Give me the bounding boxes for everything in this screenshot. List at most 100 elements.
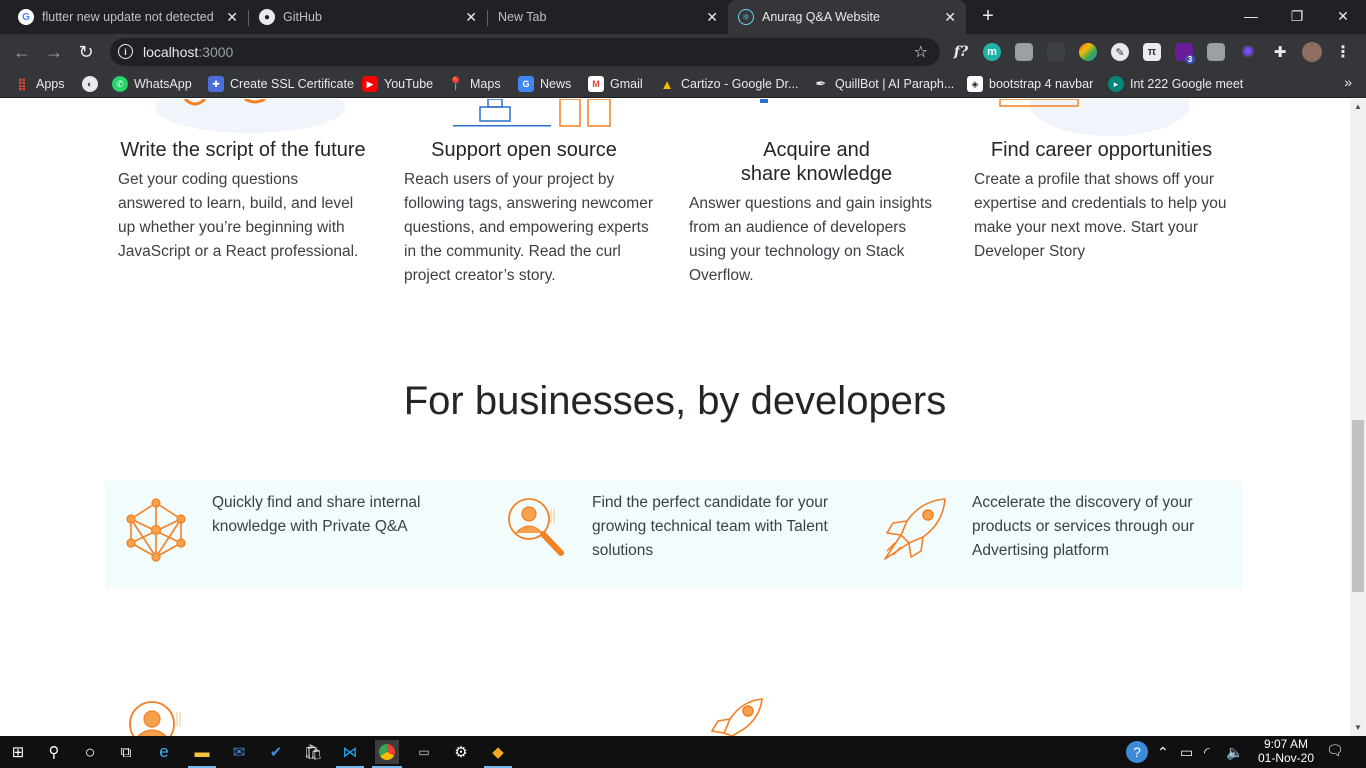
reload-icon[interactable]: ↻	[74, 40, 98, 64]
clock-date: 01-Nov-20	[1257, 751, 1314, 765]
close-icon[interactable]: ✕	[465, 9, 477, 26]
search-icon[interactable]: ⚲	[42, 740, 66, 764]
extension-compass-icon[interactable]: ✎	[1111, 43, 1129, 61]
new-tab-button[interactable]: +	[976, 5, 1000, 28]
profile-avatar[interactable]	[1302, 42, 1322, 62]
bookmark-star-icon[interactable]: ☆	[914, 42, 928, 62]
bookmark-cartizo[interactable]: ▲ Cartizo - Google Dr...	[659, 75, 799, 93]
feature-write-script: Write the script of the future Get your …	[118, 99, 368, 264]
tab-title: Anurag Q&A Website	[762, 10, 880, 24]
business-item-text: Find the perfect candidate for your grow…	[592, 494, 829, 559]
formula-extension-icon[interactable]: f?	[952, 43, 970, 61]
rocket-icon-partial	[710, 698, 763, 736]
bookmark-youtube[interactable]: ▶ YouTube	[362, 75, 433, 93]
business-item-text: Accelerate the discovery of your product…	[972, 494, 1195, 559]
extension-m-icon[interactable]: m	[983, 43, 1001, 61]
system-clock[interactable]: 9:07 AM 01-Nov-20	[1258, 737, 1314, 765]
notifications-icon[interactable]: 🗨	[1326, 742, 1344, 759]
color-picker-icon[interactable]	[1079, 43, 1097, 61]
page-viewport: Write the script of the future Get your …	[0, 99, 1350, 736]
bookmark-ssl[interactable]: ✚ Create SSL Certificate	[208, 75, 354, 93]
feature-acquire-knowledge: Acquire and share knowledge Answer quest…	[689, 99, 944, 288]
bookmarks-overflow-icon[interactable]: »	[1344, 74, 1352, 90]
bookmark-globe[interactable]: ◐	[82, 75, 104, 93]
browser-toolbar: ← → ↻ i localhost:3000 ☆ f? m ✎ π 3 ✺ ✚ …	[0, 34, 1366, 70]
github-icon: ●	[259, 9, 275, 25]
bookmarks-bar: ⣿ Apps ◐ ✆ WhatsApp ✚ Create SSL Certificat…	[0, 70, 1366, 98]
news-icon: G	[518, 76, 534, 92]
extension-pi-icon[interactable]: π	[1143, 43, 1161, 61]
windows-start-icon[interactable]: ⊞	[6, 740, 30, 764]
close-icon[interactable]: ✕	[226, 9, 238, 26]
wifi-icon[interactable]: ◜	[1204, 744, 1209, 761]
minimize-icon[interactable]: —	[1228, 0, 1274, 32]
feature-career: Find career opportunities Create a profi…	[974, 99, 1229, 264]
rocket-icon	[884, 498, 946, 560]
close-icon[interactable]: ✕	[944, 9, 956, 26]
menu-kebab-icon[interactable]: ⋮	[1334, 43, 1352, 61]
windows-taskbar: ⊞ ⚲ ○ ⧉ e ▬ ✉ ✔ 🛍 ⋈ ▭ ⚙ ◆ ? ⌃ ▭ ◜ 🔈 9:07…	[0, 736, 1366, 768]
bookmark-maps[interactable]: 📍 Maps	[448, 75, 501, 93]
vscode-icon[interactable]: ⋈	[338, 740, 362, 764]
section-title: For businesses, by developers	[403, 379, 947, 423]
store-icon[interactable]: 🛍	[301, 740, 325, 764]
volume-icon[interactable]: 🔈	[1226, 744, 1243, 761]
help-icon[interactable]: ?	[1126, 741, 1148, 763]
bookmark-news[interactable]: G News	[518, 75, 571, 93]
battery-icon[interactable]: ▭	[1180, 744, 1193, 761]
window-close-icon[interactable]: ✕	[1320, 0, 1366, 32]
extension-dark-icon[interactable]	[1047, 43, 1065, 61]
git-icon[interactable]: ◆	[486, 740, 510, 764]
scroll-down-arrow-icon[interactable]: ▼	[1354, 724, 1362, 732]
bookmark-apps[interactable]: ⣿ Apps	[14, 75, 64, 93]
tab-flutter[interactable]: G flutter new update not detected ✕	[8, 0, 248, 34]
scrollbar-thumb[interactable]	[1352, 420, 1364, 592]
extension-square-icon[interactable]	[1015, 43, 1033, 61]
tab-title: GitHub	[283, 10, 322, 24]
forward-arrow-icon[interactable]: →	[42, 40, 66, 64]
tab-anurag-qa[interactable]: ⚛ Anurag Q&A Website ✕	[728, 0, 966, 34]
bookmark-bootstrap[interactable]: ◈ bootstrap 4 navbar	[967, 75, 1093, 93]
gmail-icon: M	[588, 76, 604, 92]
back-arrow-icon[interactable]: ←	[10, 40, 34, 64]
google-icon: G	[18, 9, 34, 25]
feature-title: Find career opportunities	[990, 139, 1213, 161]
tab-github[interactable]: ● GitHub ✕	[249, 0, 487, 34]
maps-icon: 📍	[447, 76, 465, 91]
bookmark-meet[interactable]: ▸ Int 222 Google meet	[1108, 75, 1243, 93]
feature-title: Write the script of the future	[120, 139, 366, 161]
bookmark-gmail[interactable]: M Gmail	[588, 75, 643, 93]
bookmark-quillbot[interactable]: ✒ QuillBot | AI Paraph...	[813, 75, 955, 93]
edge-icon[interactable]: e	[152, 740, 176, 764]
info-icon[interactable]: i	[118, 44, 133, 59]
cortana-icon[interactable]: ○	[78, 740, 102, 764]
extension-gear-icon[interactable]: ✺	[1239, 43, 1257, 61]
mail-icon[interactable]: ✉	[227, 740, 251, 764]
chrome-icon[interactable]	[375, 740, 399, 764]
file-explorer-icon[interactable]: ▬	[190, 740, 214, 764]
terminal-icon[interactable]: ▭	[412, 740, 436, 764]
extension-badge-icon[interactable]: 3	[1175, 43, 1196, 64]
network-icon	[126, 498, 186, 562]
extension-doc-icon[interactable]	[1207, 43, 1225, 61]
extensions-puzzle-icon[interactable]: ✚	[1271, 43, 1289, 61]
codepen-icon: ◈	[967, 76, 983, 92]
todo-icon[interactable]: ✔	[264, 740, 288, 764]
business-band: Quickly find and share internal knowledg…	[105, 481, 1243, 589]
quillbot-icon: ✒	[815, 76, 827, 91]
tab-new-tab[interactable]: New Tab ✕	[488, 0, 728, 34]
chevron-up-icon[interactable]: ⌃	[1157, 744, 1169, 761]
clock-time: 9:07 AM	[1263, 737, 1308, 751]
address-bar[interactable]: i localhost:3000 ☆	[110, 38, 940, 66]
react-icon: ⚛	[738, 9, 754, 25]
scroll-up-arrow-icon[interactable]: ▲	[1354, 103, 1362, 111]
feature-description: Reach users of your project by following…	[404, 171, 653, 284]
bookmark-whatsapp[interactable]: ✆ WhatsApp	[112, 75, 192, 93]
close-icon[interactable]: ✕	[706, 9, 718, 26]
settings-gear-icon[interactable]: ⚙	[449, 740, 473, 764]
meet-icon: ▸	[1108, 76, 1124, 92]
whatsapp-icon: ✆	[112, 76, 128, 92]
task-view-icon[interactable]: ⧉	[114, 740, 138, 764]
restore-icon[interactable]: ❐	[1274, 0, 1320, 32]
page-scrollbar[interactable]: ▲ ▼	[1350, 99, 1366, 736]
